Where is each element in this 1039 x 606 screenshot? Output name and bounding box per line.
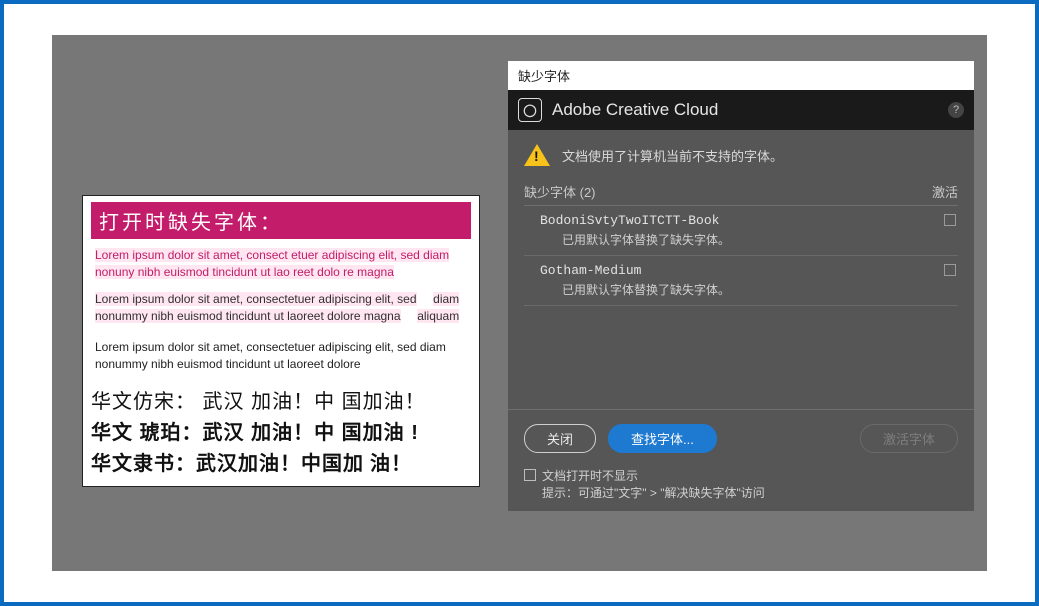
- dialog-footer: 文档打开时不显示 提示：可通过"文字" > "解决缺失字体"访问: [524, 467, 958, 501]
- font-status: 已用默认字体替换了缺失字体。: [540, 281, 958, 298]
- font-name: Gotham-Medium: [540, 263, 958, 278]
- warning-icon: [524, 144, 550, 166]
- doc-paragraph-1: Lorem ipsum dolor sit amet, consect etue…: [91, 245, 471, 283]
- doc-paragraph-2: Lorem ipsum dolor sit amet, consectetuer…: [91, 289, 471, 328]
- document-preview: 打开时缺失字体： Lorem ipsum dolor sit amet, con…: [82, 195, 480, 487]
- cjk-row: 华文 琥珀：武汉 加油！中 国加油 !: [91, 416, 471, 445]
- creative-cloud-icon: ◯: [518, 98, 542, 122]
- dialog-title: 缺少字体: [508, 61, 974, 90]
- close-button[interactable]: 关闭: [524, 424, 596, 453]
- dont-show-label: 文档打开时不显示: [542, 467, 765, 484]
- find-fonts-button[interactable]: 查找字体...: [608, 424, 717, 453]
- font-name: BodoniSvtyTwoITCTT-Book: [540, 213, 958, 228]
- warning-text: 文档使用了计算机当前不支持的字体。: [562, 146, 783, 165]
- font-list-header: 缺少字体 (2) 激活: [524, 182, 958, 206]
- button-row: 关闭 查找字体... 激活字体: [524, 424, 958, 453]
- list-header-left: 缺少字体 (2): [524, 182, 596, 201]
- app-canvas: 打开时缺失字体： Lorem ipsum dolor sit amet, con…: [52, 35, 987, 571]
- doc-banner: 打开时缺失字体：: [91, 202, 471, 239]
- activate-checkbox[interactable]: [944, 214, 956, 226]
- missing-fonts-dialog: 缺少字体 ◯ Adobe Creative Cloud ? 文档使用了计算机当前…: [508, 61, 974, 511]
- font-row: Gotham-Medium 已用默认字体替换了缺失字体。: [524, 256, 958, 306]
- cjk-samples: 华文仿宋： 武汉 加油！中 国加油！ 华文 琥珀：武汉 加油！中 国加油 ! 华…: [91, 385, 471, 476]
- doc-paragraph-3: Lorem ipsum dolor sit amet, consectetuer…: [91, 337, 471, 375]
- help-icon[interactable]: ?: [948, 102, 964, 118]
- cjk-row: 华文仿宋： 武汉 加油！中 国加油！: [91, 385, 471, 414]
- cjk-row: 华文隶书：武汉加油！中国加 油！: [91, 447, 471, 476]
- tutorial-frame: 打开时缺失字体： Lorem ipsum dolor sit amet, con…: [0, 0, 1039, 606]
- font-status: 已用默认字体替换了缺失字体。: [540, 231, 958, 248]
- dialog-body: 文档使用了计算机当前不支持的字体。 缺少字体 (2) 激活 BodoniSvty…: [508, 130, 974, 511]
- list-header-right: 激活: [932, 182, 958, 201]
- hint-text: 提示：可通过"文字" > "解决缺失字体"访问: [542, 484, 765, 501]
- creative-cloud-header: ◯ Adobe Creative Cloud ?: [508, 90, 974, 130]
- dont-show-checkbox[interactable]: [524, 469, 536, 481]
- activate-checkbox[interactable]: [944, 264, 956, 276]
- font-row: BodoniSvtyTwoITCTT-Book 已用默认字体替换了缺失字体。: [524, 206, 958, 256]
- creative-cloud-label: Adobe Creative Cloud: [552, 100, 718, 120]
- activate-fonts-button: 激活字体: [860, 424, 958, 453]
- warning-row: 文档使用了计算机当前不支持的字体。: [524, 144, 958, 166]
- divider: [508, 409, 974, 410]
